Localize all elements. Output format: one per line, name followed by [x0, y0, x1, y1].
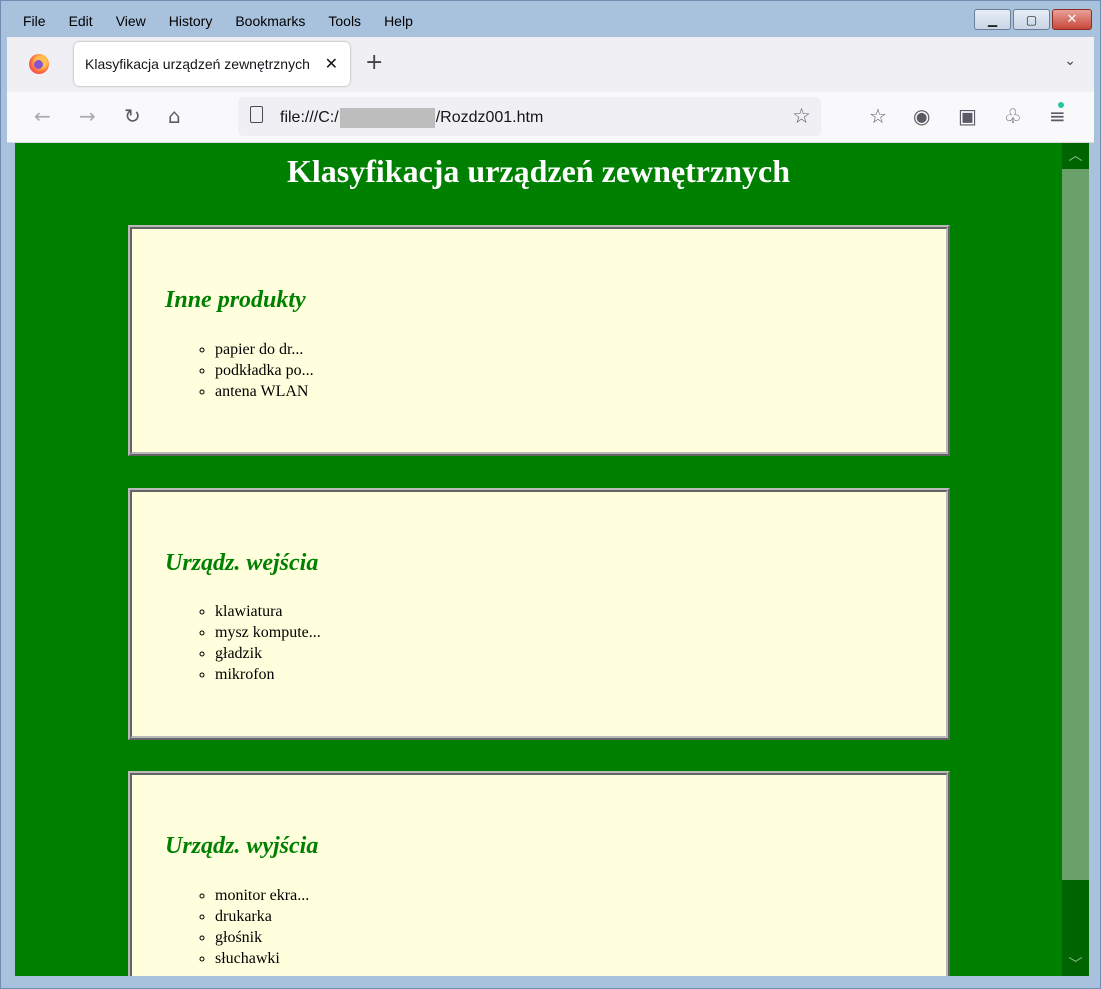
menu-view[interactable]: View: [108, 13, 146, 29]
pocket-icon[interactable]: ☆: [869, 105, 887, 127]
menu-bar: File Edit View History Bookmarks Tools H…: [7, 7, 1094, 35]
scroll-up-icon[interactable]: ︿: [1062, 145, 1089, 165]
list-item: mikrofon: [215, 664, 321, 685]
navigation-toolbar: ← → ↻ ⌂ file:///C:/ /Rozdz001.htm ☆ ☆ ◉ ▣…: [7, 92, 1094, 143]
url-suffix: /Rozdz001.htm: [435, 109, 544, 126]
reload-icon[interactable]: ↻: [124, 105, 141, 127]
section-list: papier do dr... podkładka po... antena W…: [165, 339, 314, 402]
url-text[interactable]: file:///C:/ /Rozdz001.htm: [280, 108, 543, 128]
window-bottom-border: [15, 976, 1089, 984]
list-item: antena WLAN: [215, 381, 314, 402]
extensions-icon[interactable]: ♧: [1004, 105, 1022, 127]
menu-file[interactable]: File: [7, 13, 46, 29]
list-item: drukarka: [215, 906, 309, 927]
redacted-path: [339, 108, 435, 128]
account-icon[interactable]: ◉: [913, 105, 930, 127]
section-heading: Urządz. wejścia: [165, 550, 319, 576]
menu-tools[interactable]: Tools: [320, 13, 361, 29]
maximize-icon: ▢: [1025, 12, 1038, 27]
list-item: papier do dr...: [215, 339, 314, 360]
forward-icon[interactable]: →: [79, 105, 96, 127]
list-item: monitor ekra...: [215, 885, 309, 906]
tab-strip: Klasyfikacja urządzeń zewnętrznych ✕ + ⌄: [7, 37, 1094, 92]
home-icon[interactable]: ⌂: [168, 105, 181, 127]
list-all-tabs-icon[interactable]: ⌄: [1064, 53, 1076, 69]
section-box-input: Urządz. wejścia klawiatura mysz kompute.…: [128, 488, 950, 740]
url-bar[interactable]: file:///C:/ /Rozdz001.htm ☆: [238, 97, 821, 136]
menu-help[interactable]: Help: [376, 13, 413, 29]
browser-window: File Edit View History Bookmarks Tools H…: [0, 0, 1101, 989]
vertical-scrollbar[interactable]: ︿ ﹀: [1062, 143, 1089, 976]
minimize-button[interactable]: ▁: [974, 9, 1011, 30]
tab-title: Klasyfikacja urządzeń zewnętrznych: [85, 56, 310, 72]
page-title: Klasyfikacja urządzeń zewnętrznych: [286, 153, 790, 189]
list-item: głośnik: [215, 927, 309, 948]
close-icon: ✕: [1066, 12, 1078, 27]
section-list: monitor ekra... drukarka głośnik słuchaw…: [165, 885, 309, 969]
section-box-output: Urządz. wyjścia monitor ekra... drukarka…: [128, 771, 950, 976]
menu-history[interactable]: History: [161, 13, 213, 29]
list-item: słuchawki: [215, 948, 309, 969]
section-heading: Urządz. wyjścia: [165, 833, 319, 859]
close-window-button[interactable]: ✕: [1052, 9, 1092, 30]
app-menu-icon[interactable]: ≡: [1049, 102, 1066, 127]
library-icon[interactable]: ▣: [958, 105, 977, 127]
minimize-icon: ▁: [987, 12, 998, 27]
list-item: gładzik: [215, 643, 321, 664]
menu-edit[interactable]: Edit: [61, 13, 93, 29]
section-heading: Inne produkty: [165, 287, 306, 313]
firefox-logo-icon[interactable]: [29, 54, 49, 74]
list-item: podkładka po...: [215, 360, 314, 381]
section-list: klawiatura mysz kompute... gładzik mikro…: [165, 601, 321, 685]
bookmark-star-icon[interactable]: ☆: [792, 104, 811, 128]
tab-close-icon[interactable]: ✕: [325, 54, 338, 73]
back-icon[interactable]: ←: [34, 105, 51, 127]
scroll-down-icon[interactable]: ﹀: [1062, 954, 1089, 974]
list-item: klawiatura: [215, 601, 321, 622]
url-prefix: file:///C:/: [280, 109, 339, 126]
page-content: Klasyfikacja urządzeń zewnętrznych Inne …: [15, 143, 1062, 976]
window-controls: ▁ ▢ ✕: [974, 9, 1092, 30]
scrollbar-thumb[interactable]: [1062, 169, 1089, 880]
tab-active[interactable]: Klasyfikacja urządzeń zewnętrznych ✕: [74, 42, 350, 86]
section-box-other: Inne produkty papier do dr... podkładka …: [128, 225, 950, 456]
list-item: mysz kompute...: [215, 622, 321, 643]
page-icon: [250, 106, 263, 123]
new-tab-button[interactable]: +: [365, 51, 383, 75]
menu-bookmarks[interactable]: Bookmarks: [227, 13, 305, 29]
maximize-button[interactable]: ▢: [1013, 9, 1050, 30]
update-dot: [1057, 102, 1064, 108]
